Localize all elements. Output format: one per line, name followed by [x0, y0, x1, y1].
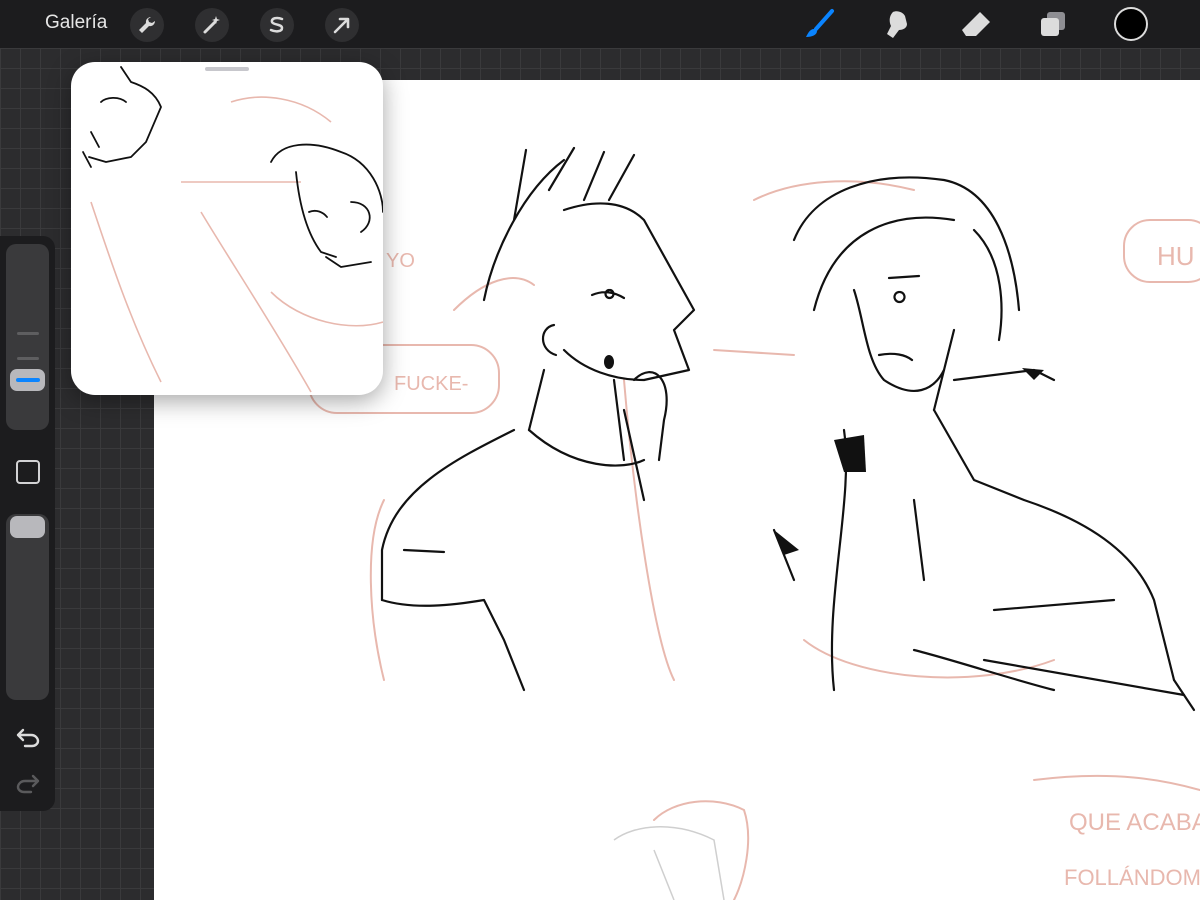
slider-tick	[17, 332, 39, 335]
slider-tick	[17, 357, 39, 360]
layers-icon	[1041, 12, 1065, 36]
brush-tool-button[interactable]	[800, 6, 838, 42]
selection-s-icon	[269, 16, 284, 33]
sketch-text-hu: HU	[1157, 241, 1195, 271]
brush-opacity-thumb[interactable]	[10, 516, 45, 538]
gallery-button[interactable]: Galería	[45, 12, 107, 34]
wrench-icon	[139, 16, 156, 33]
brush-icon	[806, 9, 834, 37]
collar-shadow	[834, 435, 866, 472]
transform-button[interactable]	[325, 8, 359, 42]
brush-size-thumb[interactable]	[10, 369, 45, 391]
sketch-text-que-acaba: QUE ACABA	[1069, 809, 1200, 836]
smudge-finger-icon	[887, 11, 907, 39]
drag-handle-icon[interactable]	[205, 67, 249, 71]
left-sidebar	[0, 236, 55, 811]
brush-opacity-slider[interactable]	[6, 514, 49, 700]
layers-button[interactable]	[1034, 6, 1072, 42]
redo-arrow-icon	[16, 774, 40, 794]
adjustments-button[interactable]	[195, 8, 229, 42]
selection-button[interactable]	[260, 8, 294, 42]
redo-button[interactable]	[14, 769, 42, 797]
magic-wand-icon	[203, 16, 220, 34]
actions-button[interactable]	[130, 8, 164, 42]
reference-image	[82, 66, 383, 393]
sketch-text-fucke: FUCKE-	[394, 373, 468, 395]
sketch-text-yo: YO	[386, 250, 415, 272]
reference-window[interactable]	[71, 62, 383, 395]
eraser-icon	[962, 12, 990, 36]
sketch-text-follandome: FOLLÁNDOME	[1064, 865, 1200, 890]
top-toolbar: Galería	[0, 0, 1200, 48]
brush-size-slider[interactable]	[6, 244, 49, 430]
color-picker-button[interactable]	[1114, 7, 1148, 41]
smudge-tool-button[interactable]	[878, 6, 916, 42]
eraser-tool-button[interactable]	[957, 6, 995, 42]
undo-arrow-icon	[16, 728, 40, 748]
undo-button[interactable]	[14, 723, 42, 751]
arrow-cursor-icon	[333, 17, 350, 34]
modify-button[interactable]	[16, 460, 40, 484]
